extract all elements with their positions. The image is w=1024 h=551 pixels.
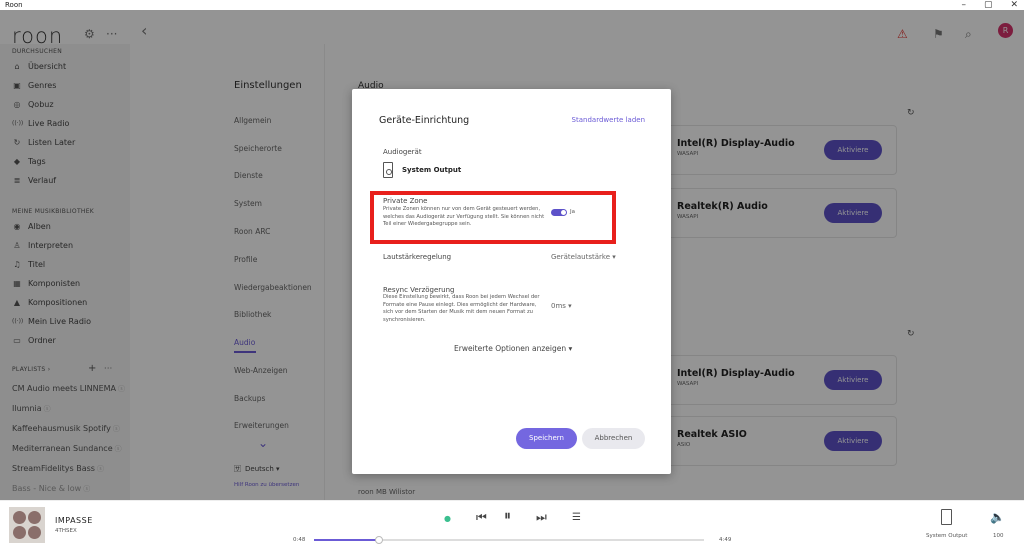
volume-control-label: Lautstärkeregelung xyxy=(383,253,452,261)
highlight-box xyxy=(370,191,616,244)
window-title: Roon xyxy=(5,1,23,9)
resync-title: Resync Verzögerung xyxy=(383,286,455,294)
speaker-icon xyxy=(383,162,393,178)
resync-description: Diese Einstellung bewirkt, dass Roon bei… xyxy=(383,294,540,323)
minimize-button[interactable]: – xyxy=(961,0,966,10)
pause-icon[interactable]: ⏸ xyxy=(504,509,511,523)
zone-name[interactable]: System Output xyxy=(926,533,967,539)
zone-speaker-icon[interactable] xyxy=(941,509,952,525)
resync-select[interactable]: 0ms ▾ xyxy=(551,302,572,310)
volume-control-select[interactable]: Gerätelautstärke ▾ xyxy=(551,253,616,261)
previous-icon[interactable]: ⏮ xyxy=(476,511,487,523)
total-time: 4:49 xyxy=(719,537,732,543)
advanced-options-toggle[interactable]: Erweiterte Optionen anzeigen ▾ xyxy=(454,344,572,353)
queue-icon[interactable]: ☰ xyxy=(572,512,581,524)
volume-level: 100 xyxy=(993,533,1004,539)
cancel-button[interactable]: Abbrechen xyxy=(582,428,645,449)
status-dot-icon: ● xyxy=(444,514,451,523)
maximize-button[interactable]: ▢ xyxy=(984,0,993,10)
device-setup-dialog: Geräte-Einrichtung Standardwerte laden A… xyxy=(352,89,671,474)
volume-icon[interactable]: 🔈 xyxy=(990,511,1005,523)
window-titlebar: Roon – ▢ ✕ xyxy=(0,0,1024,10)
progress-handle[interactable] xyxy=(374,536,383,544)
close-button[interactable]: ✕ xyxy=(1010,0,1018,10)
album-art[interactable] xyxy=(9,507,45,543)
elapsed-time: 0:48 xyxy=(293,537,306,543)
load-defaults-link[interactable]: Standardwerte laden xyxy=(572,116,645,124)
audio-device-label: Audiogerät xyxy=(383,148,422,156)
device-name: System Output xyxy=(402,166,462,174)
track-artist[interactable]: 4THSEX xyxy=(55,528,77,534)
next-icon[interactable]: ⏭ xyxy=(536,511,547,523)
track-title[interactable]: IMPASSE xyxy=(55,516,93,525)
dialog-title: Geräte-Einrichtung xyxy=(379,115,470,126)
progress-bar[interactable] xyxy=(314,536,704,544)
player-bar: IMPASSE 4THSEX ● ⏮ ⏸ ⏭ ☰ 0:48 4:49 Syste… xyxy=(0,500,1024,551)
save-button[interactable]: Speichern xyxy=(516,428,577,449)
